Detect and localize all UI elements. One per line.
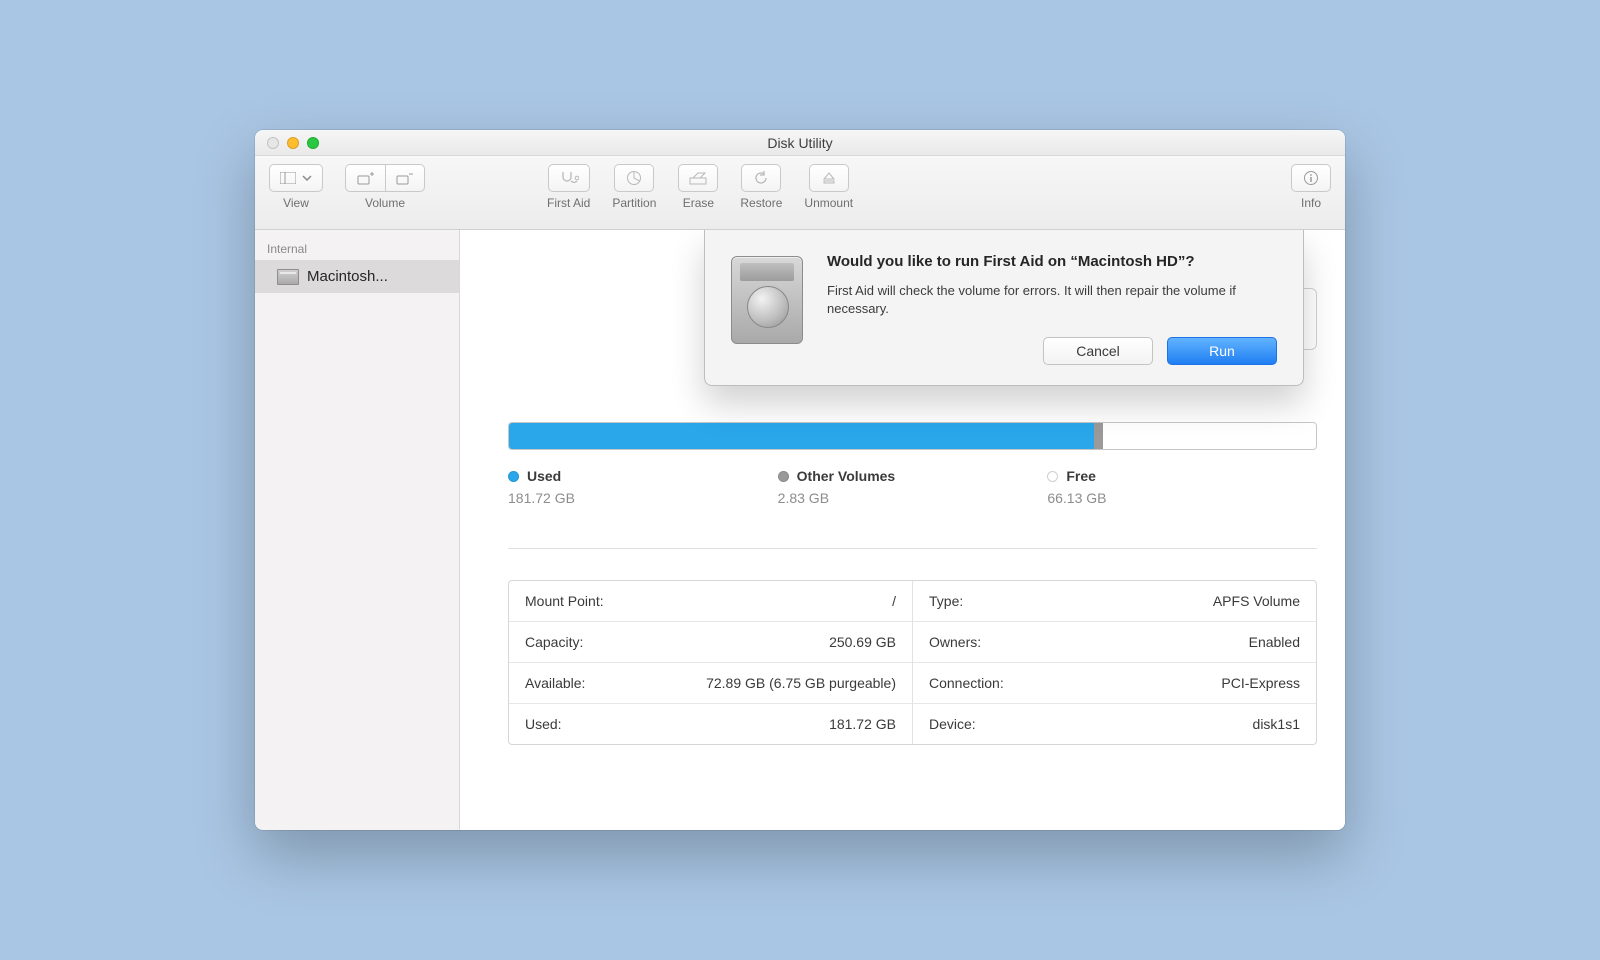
info-button[interactable]: [1291, 164, 1331, 192]
erase-button[interactable]: [678, 164, 718, 192]
usage-segment-free: [1103, 423, 1316, 449]
sidebar-icon: [280, 172, 296, 184]
usage-segment-other: [1094, 423, 1103, 449]
view-button[interactable]: [269, 164, 323, 192]
info-row-type: Type:APFS Volume: [913, 581, 1316, 622]
unmount-label: Unmount: [804, 196, 853, 210]
partition-button[interactable]: [614, 164, 654, 192]
hard-drive-icon: [727, 252, 807, 348]
remove-volume-button[interactable]: [385, 164, 425, 192]
view-label: View: [283, 196, 309, 210]
dialog-title: Would you like to run First Aid on “Maci…: [827, 252, 1277, 272]
info-row-owners: Owners:Enabled: [913, 622, 1316, 663]
drive-icon: [277, 269, 299, 285]
restore-button[interactable]: [741, 164, 781, 192]
erase-icon: [689, 171, 707, 185]
unmount-button[interactable]: [809, 164, 849, 192]
legend-label-free: Free: [1066, 468, 1096, 484]
run-button[interactable]: Run: [1167, 337, 1277, 365]
info-row-connection: Connection:PCI-Express: [913, 663, 1316, 704]
cancel-button[interactable]: Cancel: [1043, 337, 1153, 365]
usage-bar: [508, 422, 1317, 450]
sidebar: Internal Macintosh...: [255, 230, 460, 830]
window-title: Disk Utility: [255, 135, 1345, 151]
toolbar: View Volume: [255, 156, 1345, 230]
usage-segment-used: [509, 423, 1094, 449]
pie-icon: [626, 170, 642, 186]
disk-utility-window: Disk Utility View: [255, 130, 1345, 830]
sidebar-item-macintosh-hd[interactable]: Macintosh...: [255, 260, 459, 293]
legend-dot-other: [778, 471, 789, 482]
info-row-available: Available:72.89 GB (6.75 GB purgeable): [509, 663, 912, 704]
volume-plus-icon: [357, 171, 375, 185]
legend-value-free: 66.13 GB: [1047, 490, 1317, 506]
legend-value-used: 181.72 GB: [508, 490, 778, 506]
dialog-message: First Aid will check the volume for erro…: [827, 282, 1277, 317]
restore-label: Restore: [740, 196, 782, 210]
first-aid-button[interactable]: [548, 164, 590, 192]
volume-info-table: Mount Point:/ Capacity:250.69 GB Availab…: [508, 580, 1317, 745]
legend-dot-used: [508, 471, 519, 482]
first-aid-label: First Aid: [547, 196, 590, 210]
partition-label: Partition: [612, 196, 656, 210]
info-row-mount-point: Mount Point:/: [509, 581, 912, 622]
info-icon: [1303, 170, 1319, 186]
legend-label-other: Other Volumes: [797, 468, 896, 484]
info-row-capacity: Capacity:250.69 GB: [509, 622, 912, 663]
volume-minus-icon: [396, 171, 414, 185]
legend-dot-free: [1047, 471, 1058, 482]
restore-icon: [753, 170, 769, 186]
legend-value-other: 2.83 GB: [778, 490, 1048, 506]
divider: [508, 548, 1317, 549]
eject-icon: [822, 171, 836, 185]
stethoscope-icon: [559, 170, 579, 186]
first-aid-dialog: Would you like to run First Aid on “Maci…: [704, 230, 1304, 386]
legend-label-used: Used: [527, 468, 561, 484]
sidebar-section-internal: Internal: [255, 236, 459, 260]
chevron-down-icon: [302, 175, 312, 181]
info-row-device: Device:disk1s1: [913, 704, 1316, 744]
sidebar-item-label: Macintosh...: [307, 268, 388, 285]
info-label: Info: [1301, 196, 1321, 210]
erase-label: Erase: [683, 196, 714, 210]
main-content: 250.69 GB SHARED BY 4 VOLUMES Used 181.7…: [460, 230, 1345, 830]
titlebar[interactable]: Disk Utility: [255, 130, 1345, 156]
info-row-used: Used:181.72 GB: [509, 704, 912, 744]
volume-label: Volume: [365, 196, 405, 210]
add-volume-button[interactable]: [345, 164, 385, 192]
